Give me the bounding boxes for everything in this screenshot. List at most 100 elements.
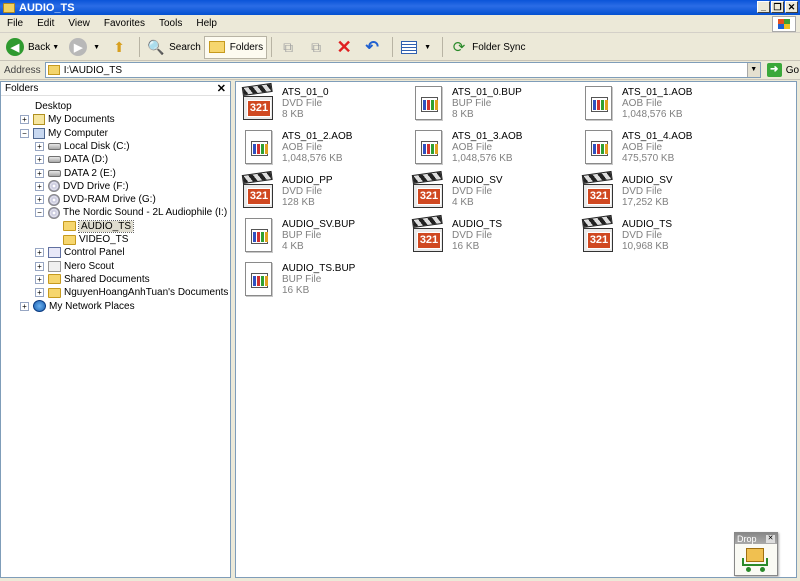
- file-type: AOB File: [622, 142, 663, 153]
- file-size: 8 KB: [282, 109, 304, 120]
- file-item[interactable]: ATS_01_1.AOB AOB File 1,048,576 KB: [582, 85, 752, 127]
- drive-icon: [48, 142, 61, 150]
- up-button[interactable]: ⬆: [107, 36, 135, 59]
- menu-bar: File Edit View Favorites Tools Help: [0, 15, 800, 33]
- tree-item[interactable]: + Local Disk (C:): [35, 140, 130, 153]
- collapse-icon[interactable]: −: [35, 208, 44, 218]
- tree-item-label: My Network Places: [49, 300, 135, 312]
- tree-item-label: DATA 2 (E:): [64, 167, 116, 179]
- expand-icon[interactable]: +: [35, 195, 44, 205]
- file-name: AUDIO_TS.BUP: [282, 263, 356, 274]
- tree-item[interactable]: + DATA 2 (E:): [35, 167, 116, 180]
- file-item[interactable]: 321 AUDIO_TS DVD File 16 KB: [411, 214, 582, 259]
- tree-item[interactable]: + My Documents: [20, 113, 115, 126]
- close-folders-pane-icon[interactable]: ✕: [217, 82, 226, 95]
- file-type: BUP File: [282, 230, 322, 241]
- file-details: ATS_01_4.AOB AOB File 475,570 KB: [622, 129, 692, 171]
- file-list-pane: 321 ATS_01_0 DVD File 8 KB ATS_01_0.BUP BUP F…: [235, 81, 797, 578]
- tree-item[interactable]: + My Network Places: [20, 300, 135, 313]
- icon-badge: 321: [587, 232, 611, 249]
- close-button[interactable]: ✕: [785, 1, 798, 13]
- file-details: ATS_01_0 DVD File 8 KB: [282, 85, 329, 127]
- views-button[interactable]: ▼: [397, 36, 438, 59]
- tree-item[interactable]: AUDIO_TS: [50, 219, 135, 233]
- file-item[interactable]: 321 AUDIO_SV DVD File 4 KB: [411, 170, 582, 215]
- dvd-file-icon: 321: [241, 82, 276, 123]
- file-item[interactable]: AUDIO_SV.BUP BUP File 4 KB: [242, 217, 412, 259]
- restore-button[interactable]: ❐: [771, 1, 784, 13]
- back-dropdown-icon[interactable]: ▼: [52, 44, 59, 51]
- minimize-button[interactable]: _: [757, 1, 770, 13]
- tree-item[interactable]: + Shared Documents: [35, 273, 150, 286]
- folder-icon: [48, 274, 61, 285]
- tree-item[interactable]: + NguyenHoangAnhTuan's Documents: [35, 286, 228, 299]
- file-item[interactable]: ATS_01_0.BUP BUP File 8 KB: [412, 85, 582, 127]
- forward-dropdown-icon[interactable]: ▼: [93, 44, 100, 51]
- address-input[interactable]: I:\AUDIO_TS ▼: [44, 62, 761, 78]
- tree-item[interactable]: − My Computer: [20, 127, 108, 140]
- generic-file-icon: [412, 85, 446, 123]
- generic-file-icon: [412, 129, 446, 167]
- tree-item-label: The Nordic Sound - 2L Audiophile (I:): [63, 207, 228, 219]
- tree-item[interactable]: + Control Panel: [35, 246, 125, 259]
- menu-view[interactable]: View: [61, 18, 97, 29]
- file-item[interactable]: 321 AUDIO_TS DVD File 10,968 KB: [581, 214, 752, 259]
- menu-help[interactable]: Help: [189, 18, 224, 29]
- drop-widget[interactable]: Drop ✕: [734, 532, 778, 576]
- address-dropdown-icon[interactable]: ▼: [746, 63, 760, 77]
- tree-item[interactable]: + DVD-RAM Drive (G:): [35, 193, 156, 206]
- search-button[interactable]: 🔍 Search: [144, 36, 204, 59]
- menu-tools[interactable]: Tools: [152, 18, 189, 29]
- file-size: 4 KB: [282, 241, 304, 252]
- expand-icon[interactable]: +: [35, 261, 44, 271]
- views-dropdown-icon[interactable]: ▼: [424, 44, 431, 51]
- file-item[interactable]: AUDIO_TS.BUP BUP File 16 KB: [242, 261, 412, 303]
- expand-icon[interactable]: +: [35, 274, 44, 284]
- expand-icon[interactable]: +: [35, 288, 44, 298]
- title-bar[interactable]: AUDIO_TS _ ❐ ✕: [0, 0, 800, 15]
- drop-widget-close-icon[interactable]: ✕: [766, 534, 775, 543]
- collapse-icon[interactable]: −: [20, 128, 29, 138]
- tree-item[interactable]: + DATA (D:): [35, 153, 108, 166]
- icon-badge: 321: [417, 188, 441, 205]
- expand-icon[interactable]: +: [35, 141, 44, 151]
- icon-badge: 321: [417, 232, 441, 249]
- expand-icon[interactable]: +: [35, 155, 44, 165]
- forward-button[interactable]: ▶ ▼: [66, 36, 107, 59]
- expand-icon[interactable]: +: [20, 301, 29, 311]
- undo-button[interactable]: ↶: [360, 36, 388, 59]
- undo-icon: ↶: [365, 39, 379, 56]
- menu-file[interactable]: File: [0, 18, 30, 29]
- tree-item[interactable]: VIDEO_TS: [50, 233, 128, 246]
- tree-item[interactable]: − The Nordic Sound - 2L Audiophile (I:): [35, 206, 227, 219]
- expand-icon[interactable]: +: [20, 115, 29, 125]
- go-button[interactable]: ➜ Go: [766, 63, 799, 77]
- tree-item[interactable]: Desktop: [5, 100, 72, 113]
- file-item[interactable]: 321 AUDIO_SV DVD File 17,252 KB: [581, 170, 752, 215]
- file-item[interactable]: ATS_01_2.AOB AOB File 1,048,576 KB: [242, 129, 412, 171]
- drop-widget-titlebar[interactable]: Drop ✕: [735, 533, 777, 544]
- expand-icon[interactable]: +: [35, 181, 44, 191]
- expand-icon[interactable]: +: [35, 168, 44, 178]
- move-to-button[interactable]: ⧉: [276, 36, 304, 59]
- delete-button[interactable]: ✕: [332, 36, 360, 59]
- file-item[interactable]: ATS_01_3.AOB AOB File 1,048,576 KB: [412, 129, 582, 171]
- folder-sync-button[interactable]: ⟳ Folder Sync: [447, 36, 528, 59]
- file-details: AUDIO_PP DVD File 128 KB: [282, 173, 333, 215]
- explorer-window: AUDIO_TS _ ❐ ✕ File Edit View Favorites …: [0, 0, 800, 581]
- menu-edit[interactable]: Edit: [30, 18, 61, 29]
- tree-item[interactable]: + Nero Scout: [35, 260, 114, 273]
- file-item[interactable]: 321 ATS_01_0 DVD File 8 KB: [241, 82, 412, 127]
- file-item[interactable]: ATS_01_4.AOB AOB File 475,570 KB: [582, 129, 752, 171]
- back-button[interactable]: ◀ Back ▼: [3, 36, 66, 59]
- folders-button[interactable]: Folders: [203, 35, 268, 59]
- tree-item[interactable]: + DVD Drive (F:): [35, 180, 129, 193]
- file-item[interactable]: 321 AUDIO_PP DVD File 128 KB: [241, 170, 412, 215]
- nero-icon: [48, 260, 61, 272]
- expand-icon[interactable]: +: [35, 248, 44, 258]
- copy-to-button[interactable]: ⧉: [304, 36, 332, 59]
- menu-favorites[interactable]: Favorites: [97, 18, 152, 29]
- tree-item-label: Nero Scout: [64, 260, 115, 272]
- toolbar: ◀ Back ▼ ▶ ▼ ⬆ 🔍 Search Folders ⧉ ⧉ ✕ ↶ …: [0, 34, 800, 61]
